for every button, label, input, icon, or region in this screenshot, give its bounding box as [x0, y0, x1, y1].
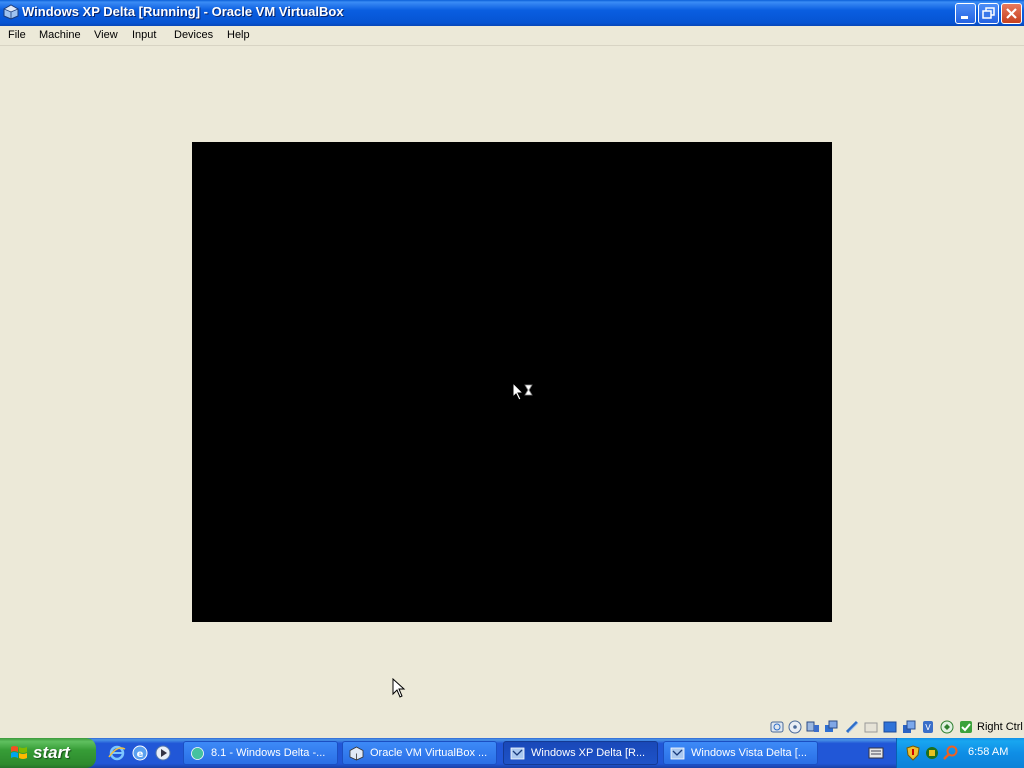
minimize-button[interactable] [955, 3, 976, 24]
windows-explorer-icon[interactable]: e [131, 744, 149, 762]
taskbar-button-windows-xp-delta[interactable]: Windows XP Delta [R... [503, 741, 658, 765]
task-label: 8.1 - Windows Delta -... [211, 747, 326, 759]
internet-explorer-icon[interactable] [108, 744, 126, 762]
host-key-label: Right Ctrl [977, 721, 1023, 733]
virtualbox-vm-icon [670, 747, 685, 760]
restore-button[interactable] [978, 3, 999, 24]
taskbar-button-windows-delta[interactable]: 8.1 - Windows Delta -... [183, 741, 338, 765]
media-player-icon[interactable] [154, 744, 172, 762]
network-icon[interactable] [824, 720, 838, 734]
windows-logo-icon [11, 746, 27, 759]
virtualbox-icon [349, 746, 364, 761]
task-label: Oracle VM VirtualBox ... [370, 747, 488, 759]
antivirus-icon[interactable] [924, 745, 940, 761]
taskbar-button-virtualbox-manager[interactable]: Oracle VM VirtualBox ... [342, 741, 497, 765]
window-app-icon [191, 747, 204, 760]
svg-text:e: e [137, 749, 144, 760]
window-title: Windows XP Delta [Running] - Oracle VM V… [22, 4, 344, 19]
optical-drive-icon[interactable] [788, 720, 802, 734]
security-shield-icon[interactable] [905, 745, 921, 761]
close-button[interactable] [1001, 3, 1022, 24]
clock[interactable]: 6:58 AM [968, 746, 1008, 758]
menu-file[interactable]: File [8, 29, 26, 41]
menu-input[interactable]: Input [132, 29, 156, 41]
video-capture-icon[interactable] [902, 720, 916, 734]
virtualbox-vm-icon [510, 747, 525, 760]
task-label: Windows Vista Delta [... [691, 747, 807, 759]
guest-additions-icon[interactable] [959, 720, 973, 734]
minimize-icon [961, 16, 968, 19]
audio-icon[interactable] [806, 720, 820, 734]
mouse-integration-icon[interactable] [940, 720, 954, 734]
menu-help[interactable]: Help [227, 29, 250, 41]
menu-view[interactable]: View [94, 29, 118, 41]
display-icon[interactable] [883, 720, 897, 734]
search-icon[interactable] [943, 745, 959, 761]
window-title-bar[interactable]: Windows XP Delta [Running] - Oracle VM V… [0, 0, 1024, 26]
usb-icon[interactable] [845, 720, 859, 734]
virtualization-icon[interactable]: V [921, 720, 935, 734]
shared-folders-icon[interactable] [864, 720, 878, 734]
task-label: Windows XP Delta [R... [531, 747, 646, 759]
taskbar-button-windows-vista-delta[interactable]: Windows Vista Delta [... [663, 741, 818, 765]
mouse-pointer-icon [392, 678, 406, 698]
menu-bar: File Machine View Input Devices Help [0, 26, 1024, 46]
keyboard-icon[interactable] [868, 747, 884, 759]
close-icon [1006, 8, 1017, 19]
start-label: start [33, 743, 70, 762]
menu-devices[interactable]: Devices [174, 29, 213, 41]
virtualbox-icon [3, 4, 19, 20]
hard-disk-icon[interactable] [770, 720, 784, 734]
svg-text:V: V [925, 723, 931, 732]
menu-machine[interactable]: Machine [39, 29, 81, 41]
busy-cursor-icon [512, 382, 533, 401]
restore-icon [982, 7, 995, 19]
